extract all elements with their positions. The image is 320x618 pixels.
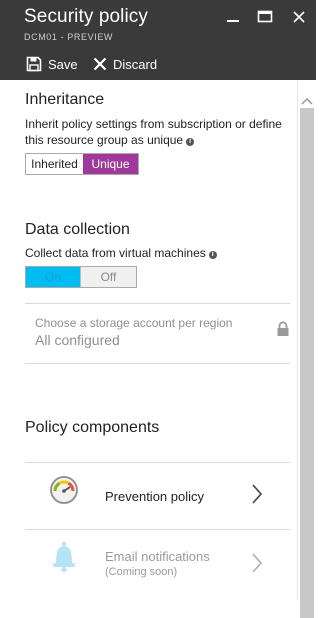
data-collection-description: Collect data from virtual machines i: [25, 245, 217, 261]
inheritance-description-line2: this resource group as unique i: [25, 132, 282, 148]
discard-icon: [93, 57, 107, 71]
info-icon[interactable]: i: [186, 138, 195, 146]
inheritance-description-line1: Inherit policy settings from subscriptio…: [25, 117, 282, 131]
on-option[interactable]: On: [26, 267, 80, 287]
storage-value: All configured: [35, 332, 120, 348]
save-label: Save: [48, 56, 78, 72]
discard-label: Discard: [113, 56, 158, 72]
close-icon[interactable]: [290, 8, 308, 26]
scroll-thumb[interactable]: [300, 108, 314, 618]
discard-button[interactable]: Discard: [93, 54, 157, 74]
prevention-policy-row[interactable]: Prevention policy: [25, 463, 290, 529]
lock-icon: [276, 321, 290, 342]
chevron-right-icon: [251, 483, 263, 510]
info-icon[interactable]: i: [208, 251, 217, 259]
policy-components-title: Policy components: [25, 419, 160, 436]
email-notifications-row: Email notifications (Coming soon): [25, 530, 290, 596]
gauge-icon: [49, 475, 79, 510]
blade-header: Security policy DCM01 - PREVIEW Save Dis…: [0, 0, 316, 80]
inheritance-description: Inherit policy settings from subscriptio…: [25, 116, 282, 148]
email-notifications-label: Email notifications: [105, 549, 210, 564]
bell-icon: [49, 540, 79, 579]
divider: [25, 363, 290, 364]
maximize-icon[interactable]: [256, 8, 274, 26]
email-notifications-sublabel: (Coming soon): [105, 566, 178, 578]
minimize-icon[interactable]: [224, 8, 242, 26]
data-collection-toggle: On Off: [25, 266, 137, 288]
blade-subtitle: DCM01 - PREVIEW: [24, 32, 114, 42]
divider: [25, 303, 290, 304]
toolbar: Save Discard: [0, 50, 316, 78]
inheritance-title: Inheritance: [25, 91, 105, 108]
off-option[interactable]: Off: [80, 267, 136, 287]
chevron-right-icon: [251, 552, 263, 579]
data-collection-title: Data collection: [25, 221, 130, 238]
unique-option[interactable]: Unique: [83, 154, 138, 174]
save-icon: [26, 56, 42, 72]
save-button[interactable]: Save: [26, 54, 78, 74]
blade-title: Security policy: [24, 6, 148, 27]
scrollbar[interactable]: [297, 80, 317, 618]
storage-label: Choose a storage account per region: [35, 316, 233, 330]
inherited-option[interactable]: Inherited: [26, 154, 83, 174]
blade-content: Inheritance Inherit policy settings from…: [0, 80, 296, 600]
prevention-policy-label: Prevention policy: [105, 489, 204, 504]
inheritance-toggle: Inherited Unique: [25, 153, 139, 175]
